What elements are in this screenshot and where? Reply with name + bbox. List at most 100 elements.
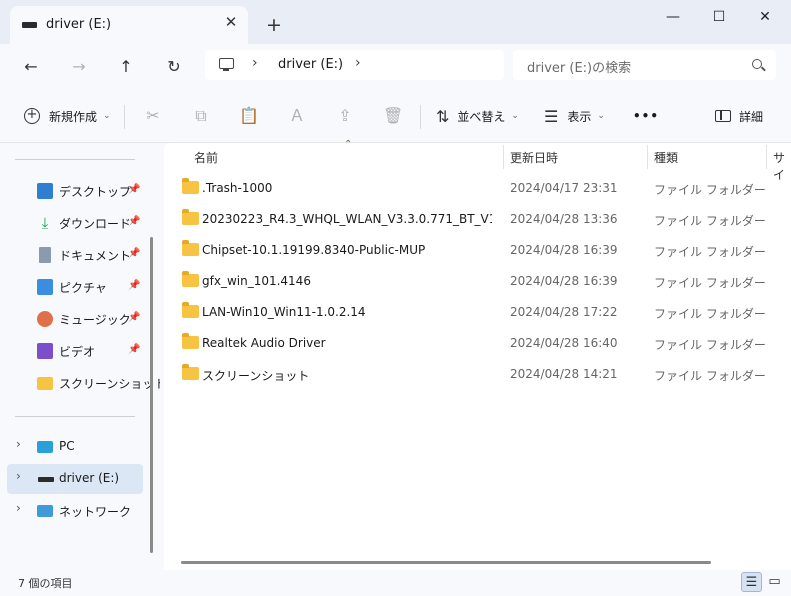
chevron-right-icon[interactable]: › — [16, 469, 21, 483]
new-tab-button[interactable]: + — [262, 14, 286, 36]
column-divider[interactable] — [766, 145, 767, 169]
column-header-type[interactable]: 種類 — [654, 149, 678, 166]
sidebar-item-label: ダウンロード — [59, 217, 132, 231]
toolbar-divider — [124, 105, 125, 129]
tab-driver-e[interactable]: driver (E:) ✕ — [10, 6, 248, 44]
chevron-down-icon: ⌄ — [597, 111, 605, 121]
sort-ascending-icon: ⌃ — [344, 139, 353, 150]
close-window-button[interactable]: ✕ — [752, 6, 778, 28]
view-button[interactable]: ☰ 表示 ⌄ — [544, 89, 605, 143]
copy-icon[interactable]: ⧉ — [191, 106, 211, 126]
more-options-button[interactable]: ••• — [633, 89, 659, 143]
sidebar-item-screenshots[interactable]: スクリーンショット — [0, 368, 166, 398]
details-view-icon[interactable]: ☰ — [741, 572, 762, 592]
sidebar-item-desktop[interactable]: デスクトップ 📌 — [0, 176, 144, 206]
document-icon — [39, 247, 51, 263]
file-type: ファイル フォルダー — [654, 307, 766, 321]
pin-icon[interactable]: 📌 — [128, 248, 140, 259]
pictures-icon — [37, 279, 53, 295]
chevron-right-icon[interactable]: › — [16, 501, 21, 515]
pin-icon[interactable]: 📌 — [128, 184, 140, 195]
search-input[interactable]: driver (E:)の検索 — [513, 50, 776, 80]
paste-icon[interactable]: 📋 — [239, 106, 259, 126]
file-date: 2024/04/17 23:31 — [510, 181, 618, 195]
maximize-button[interactable]: ☐ — [706, 6, 732, 28]
sidebar-item-documents[interactable]: ドキュメント 📌 — [0, 240, 144, 270]
back-button[interactable]: ← — [19, 55, 43, 79]
sidebar-item-label: driver (E:) — [59, 471, 120, 485]
sidebar-item-music[interactable]: ミュージック 📌 — [0, 304, 144, 334]
table-row[interactable]: LAN-Win10_Win11-1.0.2.14 2024/04/28 17:2… — [164, 297, 791, 328]
file-type: ファイル フォルダー — [654, 369, 766, 383]
rename-icon[interactable]: Ａ — [287, 106, 307, 126]
table-row[interactable]: Chipset-10.1.19199.8340-Public-MUP 2024/… — [164, 235, 791, 266]
refresh-button[interactable]: ↻ — [162, 55, 186, 79]
pin-icon[interactable]: 📌 — [128, 216, 140, 227]
search-placeholder: driver (E:)の検索 — [527, 61, 632, 76]
table-row[interactable]: スクリーンショット 2024/04/28 14:21 ファイル フォルダー — [164, 359, 791, 390]
column-header-name[interactable]: 名前 — [194, 149, 218, 166]
file-type: ファイル フォルダー — [654, 276, 766, 290]
table-row[interactable]: gfx_win_101.4146 2024/04/28 16:39 ファイル フ… — [164, 266, 791, 297]
chevron-right-icon[interactable]: › — [16, 437, 21, 451]
sidebar-item-videos[interactable]: ビデオ 📌 — [0, 336, 144, 366]
sidebar-item-downloads[interactable]: ⤓ ダウンロード 📌 — [0, 208, 144, 238]
sidebar-item-pictures[interactable]: ピクチャ 📌 — [0, 272, 144, 302]
file-type: ファイル フォルダー — [654, 338, 766, 352]
minimize-button[interactable]: — — [660, 6, 686, 28]
delete-icon[interactable]: 🗑 — [383, 106, 403, 126]
pin-icon[interactable]: 📌 — [128, 280, 140, 291]
new-button[interactable]: + 新規作成 ⌄ — [24, 89, 111, 143]
file-date: 2024/04/28 16:39 — [510, 243, 618, 257]
pin-icon[interactable]: 📌 — [128, 312, 140, 323]
breadcrumb-driver-e[interactable]: driver (E:) — [278, 57, 343, 72]
cut-icon[interactable]: ✂ — [143, 106, 163, 126]
sort-label: 並べ替え — [457, 109, 506, 124]
table-row[interactable]: Realtek Audio Driver 2024/04/28 16:40 ファ… — [164, 328, 791, 359]
details-label: 詳細 — [739, 109, 764, 124]
sort-button[interactable]: ⇅ 並べ替え ⌄ — [436, 89, 519, 143]
sidebar-item-pc[interactable]: › PC — [0, 432, 144, 462]
sidebar-item-label: ビデオ — [59, 345, 96, 359]
table-row[interactable]: .Trash-1000 2024/04/17 23:31 ファイル フォルダー — [164, 173, 791, 204]
address-bar[interactable]: › driver (E:) › — [205, 50, 504, 80]
folder-icon — [182, 178, 199, 194]
sidebar-item-label: ドキュメント — [59, 249, 132, 263]
address-row: ← → ↑ ↻ › driver (E:) › driver (E:)の検索 — [0, 44, 791, 89]
horizontal-scrollbar[interactable] — [181, 561, 711, 564]
column-header-date[interactable]: 更新日時 — [510, 149, 558, 166]
sidebar-item-network[interactable]: › ネットワーク — [0, 496, 144, 526]
view-list-icon: ☰ — [544, 106, 559, 126]
chevron-down-icon: ⌄ — [103, 111, 111, 121]
tiles-view-icon[interactable]: ▭ — [764, 572, 785, 592]
table-row[interactable]: 20230223_R4.3_WHQL_WLAN_V3.3.0.771_BT_V1… — [164, 204, 791, 235]
title-bar: driver (E:) ✕ + — ☐ ✕ — [0, 0, 791, 44]
nav-divider — [15, 159, 135, 160]
column-divider[interactable] — [503, 145, 504, 169]
file-type: ファイル フォルダー — [654, 214, 766, 228]
file-name: gfx_win_101.4146 — [202, 274, 311, 288]
sidebar-item-label: PC — [59, 439, 75, 453]
sidebar-item-driver-e[interactable]: › driver (E:) — [7, 464, 143, 494]
file-type: ファイル フォルダー — [654, 183, 766, 197]
chevron-right-icon[interactable]: › — [252, 55, 258, 71]
nav-divider — [15, 416, 135, 417]
column-divider[interactable] — [647, 145, 648, 169]
file-name: Realtek Audio Driver — [202, 336, 326, 350]
share-icon[interactable]: ⇪ — [335, 106, 355, 126]
folder-icon — [182, 333, 199, 349]
status-bar: 7 個の項目 ☰ ▭ — [0, 570, 791, 596]
pin-icon[interactable]: 📌 — [128, 344, 140, 355]
forward-button[interactable]: → — [67, 55, 91, 79]
nav-scrollbar[interactable] — [150, 237, 153, 553]
file-date: 2024/04/28 17:22 — [510, 305, 618, 319]
folder-icon — [182, 209, 199, 225]
up-button[interactable]: ↑ — [114, 55, 138, 79]
file-date: 2024/04/28 16:40 — [510, 336, 618, 350]
sort-icon: ⇅ — [436, 106, 450, 126]
chevron-right-icon[interactable]: › — [355, 55, 361, 71]
item-count: 7 個の項目 — [18, 577, 73, 590]
file-name: .Trash-1000 — [202, 181, 273, 195]
details-pane-button[interactable]: 詳細 — [715, 89, 763, 143]
tab-close-button[interactable]: ✕ — [222, 13, 240, 31]
